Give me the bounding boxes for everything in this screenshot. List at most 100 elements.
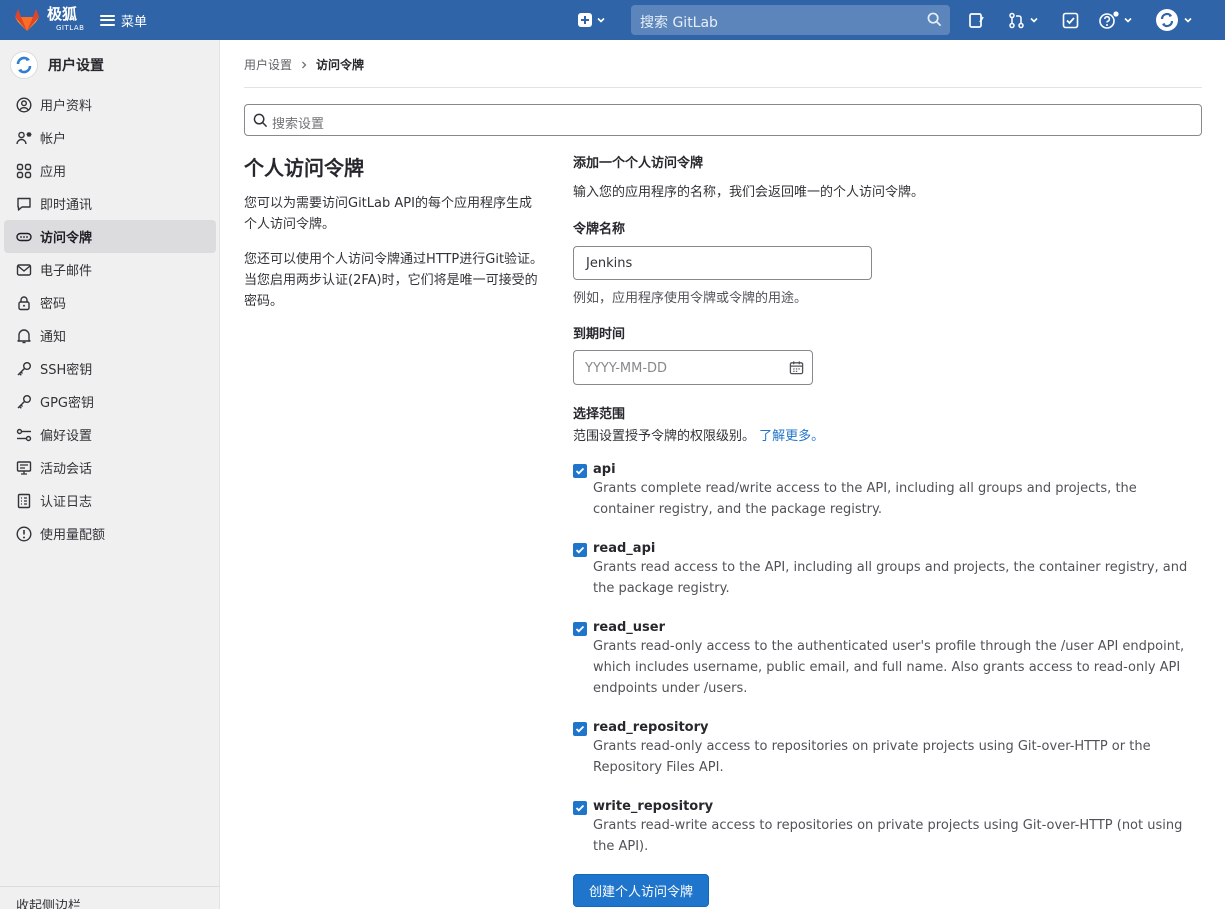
chat-icon (17, 197, 31, 211)
search-icon (253, 113, 268, 128)
breadcrumb-parent[interactable]: 用户设置 (244, 56, 292, 73)
lock-icon (18, 295, 30, 310)
sidebar-item-label: 用户资料 (40, 99, 93, 114)
sidebar-item-emails[interactable]: 电子邮件 (4, 253, 216, 286)
new-item-button[interactable] (578, 8, 606, 32)
scope-name[interactable]: api (593, 462, 616, 477)
sidebar-item-preferences[interactable]: 偏好设置 (4, 418, 216, 451)
scope-checkbox[interactable] (573, 464, 587, 478)
check-icon (575, 725, 585, 733)
user-menu-button[interactable] (1155, 8, 1193, 32)
sidebar-item-password[interactable]: 密码 (4, 286, 216, 319)
sidebar-title: 用户设置 (48, 58, 104, 74)
divider (244, 87, 1202, 88)
top-navbar: 极狐 GITLAB 菜单 搜索 GitLab (0, 0, 1225, 40)
sidebar-item-access-tokens[interactable]: 访问令牌 (4, 220, 216, 253)
search-settings-input[interactable]: 搜索设置 (244, 104, 1202, 136)
mail-icon (16, 263, 32, 276)
sidebar-item-auth-log[interactable]: 认证日志 (4, 484, 216, 517)
sidebar-item-label: SSH密钥 (40, 363, 93, 378)
scope-checkbox[interactable] (573, 801, 587, 815)
plus-square-icon (578, 13, 592, 27)
sidebar-item-label: 密码 (40, 297, 67, 312)
token-name-input[interactable]: Jenkins (573, 246, 872, 280)
scope-description: Grants read-write access to repositories… (593, 818, 1183, 854)
sidebar-item-ssh-keys[interactable]: SSH密钥 (4, 352, 216, 385)
form-heading: 添加一个个人访问令牌 (573, 156, 704, 171)
create-token-button[interactable]: 创建个人访问令牌 (573, 874, 709, 907)
learn-more-link[interactable]: 了解更多。 (759, 429, 824, 444)
sidebar-item-active-sessions[interactable]: 活动会话 (4, 451, 216, 484)
sidebar-item-label: 偏好设置 (40, 429, 93, 444)
menu-button[interactable]: 菜单 (100, 9, 147, 31)
expiry-date-input[interactable]: YYYY-MM-DD (573, 350, 813, 385)
brand-name[interactable]: 极狐 (47, 6, 77, 22)
check-icon (575, 804, 585, 812)
sidebar-item-label: 通知 (40, 330, 67, 345)
scope-description: Grants read-only access to the authentic… (593, 639, 1185, 696)
breadcrumb-current[interactable]: 访问令牌 (316, 56, 364, 73)
sidebar-item-profile[interactable]: 用户资料 (4, 88, 216, 121)
merge-request-icon (1009, 12, 1024, 28)
breadcrumb: 用户设置 访问令牌 (244, 56, 364, 73)
sidebar: 用户设置 用户资料 帐户 应用 即时通讯 访问令牌 电子邮件 密码 通知 SSH… (0, 40, 220, 909)
key-icon (17, 361, 31, 376)
todos-button[interactable] (1062, 8, 1079, 32)
scopes-help-line: 范围设置授予令牌的权限级别。 了解更多。 (573, 425, 824, 444)
todo-check-icon (1062, 12, 1079, 28)
collapse-sidebar-label: 收起侧边栏 (16, 899, 82, 909)
quota-icon (16, 525, 32, 542)
scope-name[interactable]: read_repository (593, 720, 709, 735)
sidebar-item-notifications[interactable]: 通知 (4, 319, 216, 352)
expiry-placeholder: YYYY-MM-DD (585, 361, 668, 376)
monitor-icon (16, 460, 32, 475)
scope-name[interactable]: read_user (593, 620, 665, 635)
sidebar-item-chat[interactable]: 即时通讯 (4, 187, 216, 220)
merge-requests-button[interactable] (1008, 8, 1039, 32)
sidebar-header[interactable]: 用户设置 (10, 50, 104, 80)
calendar-icon[interactable] (789, 360, 804, 375)
token-icon (16, 232, 32, 241)
scope-description: Grants read-only access to repositories … (593, 739, 1151, 775)
issues-button[interactable] (968, 8, 985, 32)
help-button[interactable] (1099, 8, 1133, 32)
key-icon (17, 394, 31, 409)
scopes-label: 选择范围 (573, 407, 626, 422)
hamburger-icon (100, 14, 115, 26)
sidebar-item-label: 应用 (40, 165, 67, 180)
check-icon (575, 546, 585, 554)
issues-icon (969, 12, 984, 28)
sidebar-nav: 用户资料 帐户 应用 即时通讯 访问令牌 电子邮件 密码 通知 SSH密钥 GP… (4, 88, 216, 550)
scope-description: Grants complete read/write access to the… (593, 481, 1137, 517)
token-name-label: 令牌名称 (573, 222, 626, 237)
collapse-sidebar-button[interactable]: 收起侧边栏 (0, 886, 219, 909)
scope-description: Grants read access to the API, including… (593, 560, 1188, 596)
scope-checkbox[interactable] (573, 543, 587, 557)
sidebar-item-account[interactable]: 帐户 (4, 121, 216, 154)
scope-checkbox[interactable] (573, 622, 587, 636)
menu-label: 菜单 (121, 14, 148, 30)
account-icon (16, 131, 32, 144)
page-title: 个人访问令牌 (244, 156, 364, 180)
preferences-icon (16, 428, 32, 441)
sidebar-item-applications[interactable]: 应用 (4, 154, 216, 187)
sidebar-item-label: GPG密钥 (40, 396, 94, 411)
chevron-down-icon (1124, 17, 1132, 23)
avatar (1156, 9, 1178, 31)
question-icon (1099, 11, 1119, 29)
scope-checkbox[interactable] (573, 722, 587, 736)
sidebar-item-gpg-keys[interactable]: GPG密钥 (4, 385, 216, 418)
gitlab-logo-icon[interactable] (14, 8, 40, 32)
chevron-down-icon (597, 17, 605, 23)
scope-name[interactable]: write_repository (593, 799, 713, 814)
chevron-down-icon (1030, 17, 1038, 23)
scopes-help: 范围设置授予令牌的权限级别。 (573, 429, 756, 444)
form-subheading: 输入您的应用程序的名称，我们会返回唯一的个人访问令牌。 (573, 185, 925, 200)
check-icon (575, 625, 585, 633)
scope-name[interactable]: read_api (593, 541, 655, 556)
sidebar-item-usage-quotas[interactable]: 使用量配额 (4, 517, 216, 550)
log-icon (17, 493, 31, 508)
intro-section: 个人访问令牌 您可以为需要访问GitLab API的每个应用程序生成个人访问令牌… (244, 152, 544, 326)
global-search-input[interactable]: 搜索 GitLab (631, 5, 950, 35)
profile-icon (16, 96, 32, 113)
